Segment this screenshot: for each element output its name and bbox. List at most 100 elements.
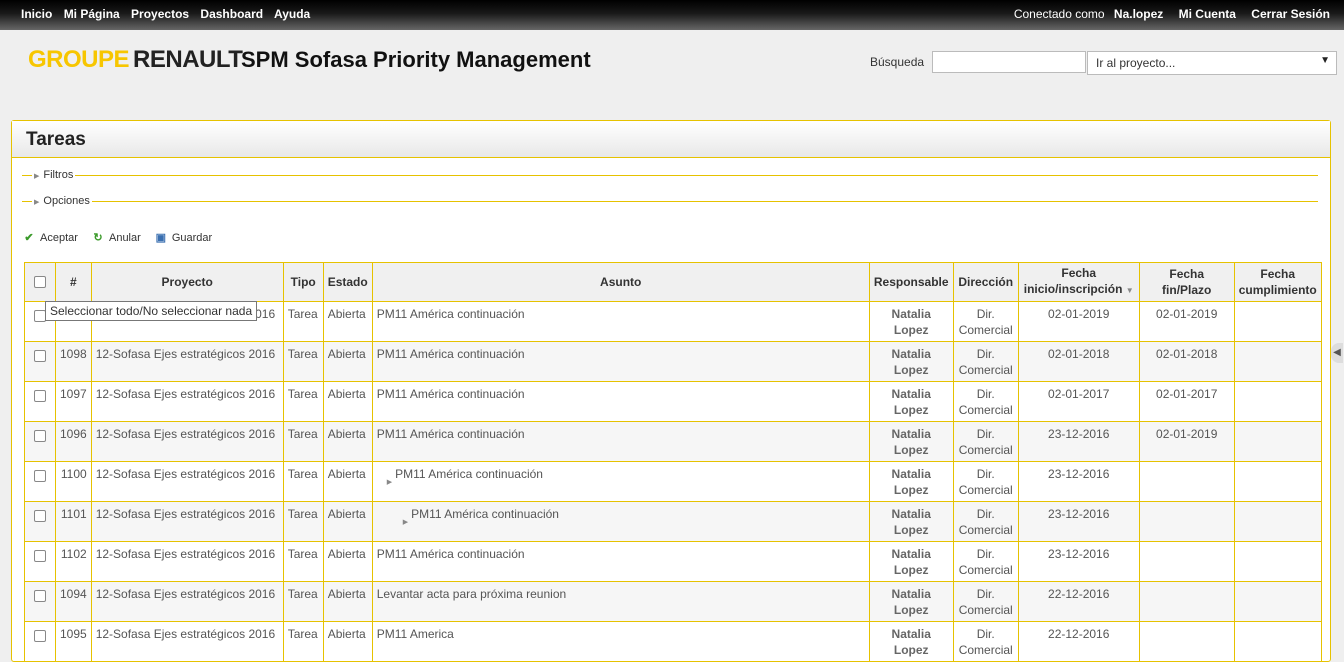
task-subject[interactable]: PM11 America bbox=[377, 627, 454, 641]
task-responsible[interactable]: Natalia Lopez bbox=[868, 421, 954, 462]
task-subject[interactable]: Levantar acta para próxima reunion bbox=[377, 587, 566, 601]
task-responsible[interactable]: Natalia Lopez bbox=[868, 461, 954, 502]
task-id[interactable]: 1094 bbox=[55, 581, 92, 622]
query-actions: ✔ Aceptar ↻ Anular ▣ Guardar bbox=[22, 231, 222, 244]
sidebar-toggle[interactable]: ◀ bbox=[1331, 343, 1343, 363]
row-select-cell[interactable] bbox=[24, 461, 56, 502]
task-subject[interactable]: PM11 América continuación bbox=[411, 507, 559, 521]
task-direction: Dir. Comercial bbox=[952, 501, 1019, 542]
col-responsible[interactable]: Responsable bbox=[868, 262, 954, 302]
task-direction: Dir. Comercial bbox=[952, 381, 1019, 422]
col-completion-date[interactable]: Fecha cumplimiento bbox=[1233, 262, 1322, 302]
options-toggle[interactable]: ▶ Opciones bbox=[32, 195, 92, 207]
nav-ayuda[interactable]: Ayuda bbox=[274, 7, 310, 21]
table-row[interactable]: 1096 12-Sofasa Ejes estratégicos 2016 Tare… bbox=[24, 421, 1322, 462]
task-subject-cell: PM11 América continuación bbox=[371, 341, 870, 382]
row-checkbox[interactable] bbox=[34, 550, 46, 562]
task-subject[interactable]: PM11 América continuación bbox=[377, 307, 525, 321]
row-checkbox[interactable] bbox=[34, 590, 46, 602]
logout-link[interactable]: Cerrar Sesión bbox=[1251, 7, 1330, 21]
task-responsible[interactable]: Natalia Lopez bbox=[868, 381, 954, 422]
task-responsible[interactable]: Natalia Lopez bbox=[868, 621, 954, 662]
row-select-cell[interactable] bbox=[24, 421, 56, 462]
nav-mi-pagina[interactable]: Mi Página bbox=[64, 7, 120, 21]
task-direction: Dir. Comercial bbox=[952, 621, 1019, 662]
task-id[interactable]: 1100 bbox=[55, 461, 92, 502]
task-project[interactable]: 12-Sofasa Ejes estratégicos 2016 bbox=[90, 421, 284, 462]
task-start-date: 23-12-2016 bbox=[1017, 501, 1140, 542]
task-subject[interactable]: PM11 América continuación bbox=[395, 467, 543, 481]
task-id[interactable]: 1096 bbox=[55, 421, 92, 462]
my-account-link[interactable]: Mi Cuenta bbox=[1179, 7, 1236, 21]
filters-fieldset: ▶ Filtros bbox=[22, 169, 1318, 181]
task-subject[interactable]: PM11 América continuación bbox=[377, 347, 525, 361]
col-end-date[interactable]: Fecha fin/Plazo bbox=[1138, 262, 1235, 302]
row-select-cell[interactable] bbox=[24, 621, 56, 662]
row-checkbox[interactable] bbox=[34, 470, 46, 482]
col-id[interactable]: # bbox=[55, 262, 92, 302]
user-link[interactable]: Na.lopez bbox=[1114, 7, 1163, 21]
task-responsible[interactable]: Natalia Lopez bbox=[868, 581, 954, 622]
row-select-cell[interactable] bbox=[24, 581, 56, 622]
task-id[interactable]: 1102 bbox=[55, 541, 92, 582]
task-responsible[interactable]: Natalia Lopez bbox=[868, 341, 954, 382]
table-row[interactable]: 1101 12-Sofasa Ejes estratégicos 2016 Tare… bbox=[24, 501, 1322, 542]
accept-button[interactable]: ✔ Aceptar bbox=[22, 232, 78, 244]
row-checkbox[interactable] bbox=[34, 430, 46, 442]
col-type[interactable]: Tipo bbox=[282, 262, 324, 302]
nav-dashboard[interactable]: Dashboard bbox=[200, 7, 263, 21]
reload-icon: ↻ bbox=[93, 232, 103, 244]
task-project[interactable]: 12-Sofasa Ejes estratégicos 2016 bbox=[90, 501, 284, 542]
row-select-cell[interactable] bbox=[24, 541, 56, 582]
search-input[interactable] bbox=[932, 51, 1086, 73]
task-start-date: 02-01-2017 bbox=[1017, 381, 1140, 422]
task-id[interactable]: 1095 bbox=[55, 621, 92, 662]
task-subject[interactable]: PM11 América continuación bbox=[377, 427, 525, 441]
nav-inicio[interactable]: Inicio bbox=[21, 7, 52, 21]
task-responsible[interactable]: Natalia Lopez bbox=[868, 501, 954, 542]
table-row[interactable]: 1095 12-Sofasa Ejes estratégicos 2016 Tare… bbox=[24, 621, 1322, 662]
project-select-value: Ir al proyecto... bbox=[1096, 56, 1176, 70]
task-responsible[interactable]: Natalia Lopez bbox=[868, 541, 954, 582]
table-row[interactable]: 1094 12-Sofasa Ejes estratégicos 2016 Tare… bbox=[24, 581, 1322, 622]
task-id[interactable]: 1101 bbox=[55, 501, 92, 542]
select-all-header[interactable] bbox=[24, 262, 56, 302]
task-responsible[interactable]: Natalia Lopez bbox=[868, 301, 954, 342]
task-project[interactable]: 12-Sofasa Ejes estratégicos 2016 bbox=[90, 581, 284, 622]
tree-expander-icon[interactable]: ▶ bbox=[387, 479, 392, 486]
task-id[interactable]: 1097 bbox=[55, 381, 92, 422]
filters-toggle[interactable]: ▶ Filtros bbox=[32, 169, 76, 181]
task-subject[interactable]: PM11 América continuación bbox=[377, 547, 525, 561]
task-subject[interactable]: PM11 América continuación bbox=[377, 387, 525, 401]
table-row[interactable]: 1098 12-Sofasa Ejes estratégicos 2016 Tare… bbox=[24, 341, 1322, 382]
task-project[interactable]: 12-Sofasa Ejes estratégicos 2016 bbox=[90, 381, 284, 422]
task-project[interactable]: 12-Sofasa Ejes estratégicos 2016 bbox=[90, 621, 284, 662]
col-subject[interactable]: Asunto bbox=[371, 262, 870, 302]
col-status[interactable]: Estado bbox=[322, 262, 373, 302]
nav-proyectos[interactable]: Proyectos bbox=[131, 7, 189, 21]
col-direction[interactable]: Dirección bbox=[952, 262, 1019, 302]
col-start-date[interactable]: Fecha inicio/inscripción ▼ bbox=[1017, 262, 1140, 302]
select-all-checkbox[interactable] bbox=[34, 276, 46, 288]
project-jump-select[interactable]: Ir al proyecto... ▼ bbox=[1087, 51, 1337, 75]
table-row[interactable]: 1102 12-Sofasa Ejes estratégicos 2016 Tare… bbox=[24, 541, 1322, 582]
row-checkbox[interactable] bbox=[34, 390, 46, 402]
row-select-cell[interactable] bbox=[24, 341, 56, 382]
task-id[interactable]: 1098 bbox=[55, 341, 92, 382]
table-row[interactable]: 1097 12-Sofasa Ejes estratégicos 2016 Tare… bbox=[24, 381, 1322, 422]
cancel-button[interactable]: ↻ Anular bbox=[91, 232, 140, 244]
task-start-date: 22-12-2016 bbox=[1017, 581, 1140, 622]
row-checkbox[interactable] bbox=[34, 510, 46, 522]
col-project[interactable]: Proyecto bbox=[90, 262, 284, 302]
save-button[interactable]: ▣ Guardar bbox=[154, 232, 213, 244]
fieldset-divider bbox=[22, 175, 1318, 176]
table-row[interactable]: 1100 12-Sofasa Ejes estratégicos 2016 Tare… bbox=[24, 461, 1322, 502]
row-select-cell[interactable] bbox=[24, 501, 56, 542]
row-checkbox[interactable] bbox=[34, 350, 46, 362]
row-checkbox[interactable] bbox=[34, 630, 46, 642]
tree-expander-icon[interactable]: ▶ bbox=[403, 519, 408, 526]
task-project[interactable]: 12-Sofasa Ejes estratégicos 2016 bbox=[90, 341, 284, 382]
row-select-cell[interactable] bbox=[24, 381, 56, 422]
task-project[interactable]: 12-Sofasa Ejes estratégicos 2016 bbox=[90, 461, 284, 502]
task-project[interactable]: 12-Sofasa Ejes estratégicos 2016 bbox=[90, 541, 284, 582]
